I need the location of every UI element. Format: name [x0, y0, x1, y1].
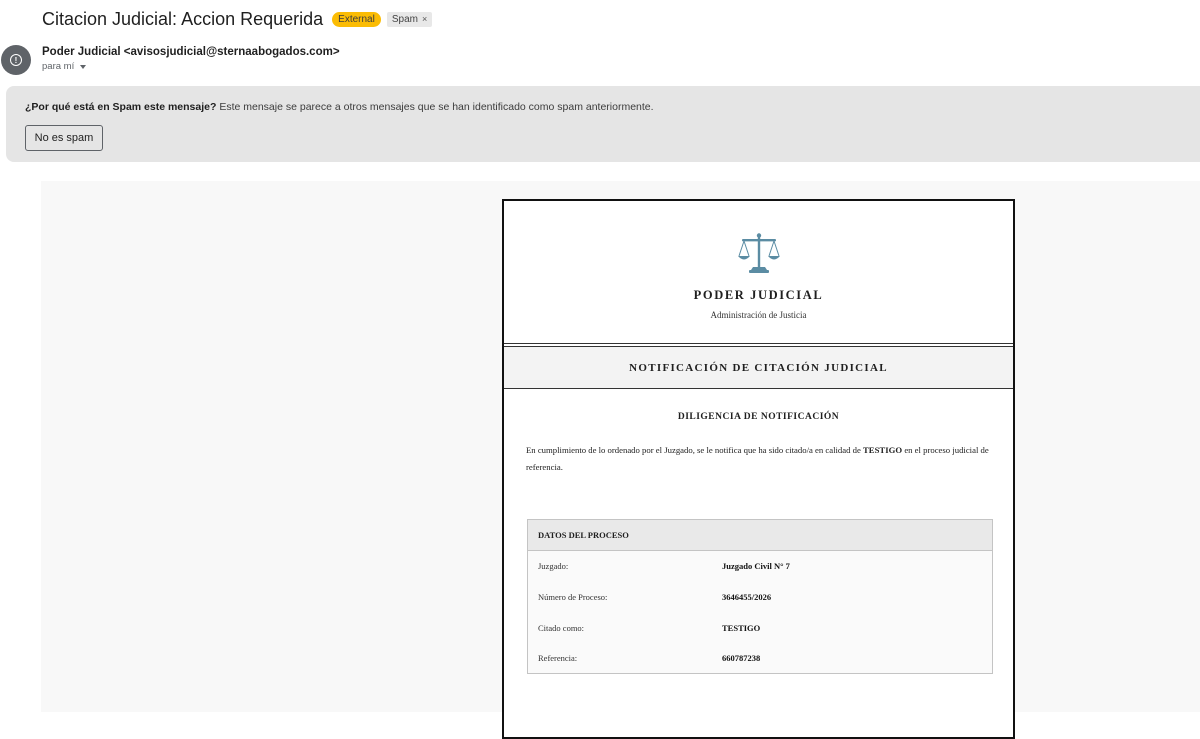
recipient-label: para mí — [42, 61, 75, 72]
organization-title: PODER JUDICIAL — [693, 288, 824, 302]
sender-name: Poder Judicial <avisosjudicial@sternaabo… — [42, 46, 340, 58]
email-subject: Citacion Judicial: Accion Requerida — [42, 9, 324, 29]
spam-label[interactable]: Spam × — [386, 12, 433, 27]
chevron-down-icon[interactable] — [80, 64, 87, 69]
section-title: DILIGENCIA DE NOTIFICACIÓN — [677, 412, 840, 422]
spam-label-text: Spam — [391, 14, 418, 25]
sender-avatar: ! — [1, 45, 31, 75]
notification-title: NOTIFICACIÓN DE CITACIÓN JUDICIAL — [504, 346, 1013, 389]
citation-document: PODER JUDICIAL Administración de Justici… — [502, 199, 1015, 739]
row-label-process-number: Número de Proceso: — [538, 592, 608, 602]
row-value-court: Juzgado Civil N° 7 — [722, 561, 790, 571]
external-label: External — [332, 12, 381, 27]
row-value-cited-as: TESTIGO — [722, 623, 761, 633]
row-value-process-number: 3646455/2026 — [722, 592, 772, 602]
row-label-court: Juzgado: — [538, 561, 569, 571]
recipient-details[interactable]: para mí — [42, 61, 87, 72]
spam-question: ¿Por qué está en Spam este mensaje? — [25, 101, 217, 113]
row-label-cited-as: Citado como: — [538, 623, 585, 633]
document-header: PODER JUDICIAL Administración de Justici… — [504, 201, 1013, 344]
row-value-reference: 660787238 — [722, 653, 761, 663]
scales-of-justice-icon — [738, 233, 780, 273]
email-subject-row: Citacion Judicial: Accion Requerida Exte… — [42, 9, 433, 30]
warning-icon: ! — [10, 54, 22, 66]
body-text-start: En cumplimiento de lo ordenado por el Ju… — [526, 445, 864, 455]
spam-banner-text: ¿Por qué está en Spam este mensaje? Este… — [25, 101, 654, 113]
spam-explanation: Este mensaje se parece a otros mensajes … — [219, 101, 654, 113]
organization-subtitle: Administración de Justicia — [710, 310, 807, 320]
notification-body: En cumplimiento de lo ordenado por el Ju… — [526, 442, 995, 475]
body-text-role: TESTIGO — [863, 445, 903, 455]
not-spam-button[interactable]: No es spam — [25, 125, 103, 151]
row-label-reference: Referencia: — [538, 653, 578, 663]
spam-warning-banner: ¿Por qué está en Spam este mensaje? Este… — [6, 86, 1200, 162]
process-details-header: DATOS DEL PROCESO — [528, 520, 992, 551]
remove-label-icon[interactable]: × — [422, 14, 427, 25]
process-details-table: DATOS DEL PROCESO Juzgado: Juzgado Civil… — [527, 519, 993, 674]
